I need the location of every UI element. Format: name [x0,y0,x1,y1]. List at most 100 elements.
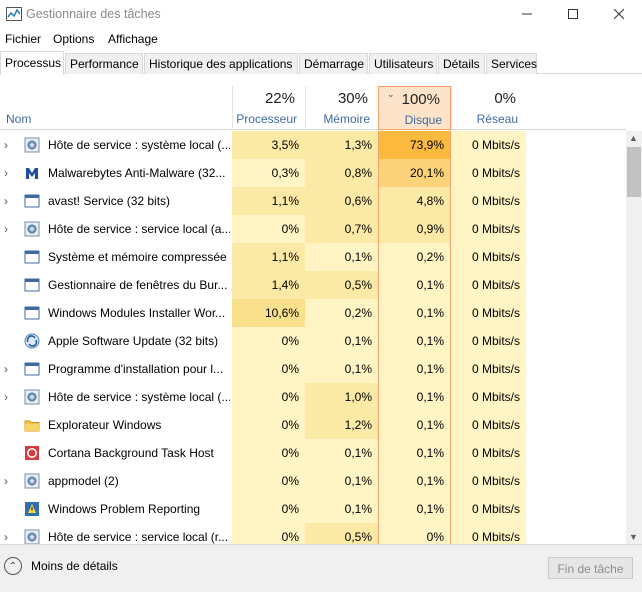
apple-update-icon [24,333,40,349]
process-name: Hôte de service : système local (... [48,390,230,404]
tab-historique[interactable]: Historique des applications [144,53,298,74]
process-row[interactable]: › avast! Service (32 bits) 1,1% 0,6% 4,8% 0 M… [0,187,626,215]
process-name: Windows Problem Reporting [48,502,201,516]
end-task-button[interactable]: Fin de tâche [548,557,633,579]
gear-icon [24,389,40,405]
close-icon [614,9,624,19]
expand-chevron-icon[interactable]: › [4,530,14,544]
cpu-total: 22% [264,90,295,107]
process-memory: 0,6% [305,187,378,215]
window-title: Gestionnaire des tâches [26,7,161,21]
process-row[interactable]: › Programme d'installation pour l... 0% 0,1… [0,355,626,383]
process-row[interactable]: Windows Problem Reporting 0% 0,1% 0,1% 0 Mbi… [0,495,626,523]
process-memory: 0,5% [305,271,378,299]
process-network: 0 Mbits/s [451,411,526,439]
menu-fichier[interactable]: Fichier [5,32,41,46]
tab-demarrage[interactable]: Démarrage [299,53,368,74]
process-name: Cortana Background Task Host [48,446,214,460]
process-row[interactable]: Apple Software Update (32 bits) 0% 0,1% 0,1… [0,327,626,355]
cortana-icon [24,445,40,461]
scroll-down-icon[interactable]: ▼ [629,532,638,542]
expand-chevron-icon[interactable]: › [4,222,14,236]
process-cpu: 0% [232,383,305,411]
process-row[interactable]: › Hôte de service : système local (... 3,5… [0,131,626,159]
process-cpu: 0% [232,467,305,495]
column-disk-header[interactable]: ⌄ 100% Disque [378,86,451,130]
process-row[interactable]: Windows Modules Installer Wor... 10,6% 0,2… [0,299,626,327]
process-memory: 0,1% [305,467,378,495]
column-name-header[interactable]: Nom [6,112,31,126]
process-row[interactable]: › Hôte de service : service local (a... 0%… [0,215,626,243]
app-window-icon [24,305,40,321]
process-cpu: 0% [232,439,305,467]
chevron-up-icon: ⌃ [4,557,22,575]
process-disk: 0,1% [378,355,451,383]
expand-chevron-icon[interactable]: › [4,362,14,376]
title-bar: Gestionnaire des tâches [0,0,642,28]
vertical-scrollbar[interactable]: ▲ ▼ [626,131,642,544]
tab-services[interactable]: Services [486,53,537,74]
maximize-button[interactable] [550,0,596,28]
minimize-button[interactable] [504,0,550,28]
process-network: 0 Mbits/s [451,467,526,495]
process-row[interactable]: Système et mémoire compressée 1,1% 0,1% 0,2… [0,243,626,271]
expand-chevron-icon[interactable]: › [4,166,14,180]
process-name: Hôte de service : service local (r... [48,530,229,544]
tab-details[interactable]: Détails [438,53,485,74]
maximize-icon [568,9,578,19]
process-cpu: 0% [232,327,305,355]
process-memory: 0,8% [305,159,378,187]
expand-chevron-icon[interactable]: › [4,474,14,488]
process-row[interactable]: Cortana Background Task Host 0% 0,1% 0,1% 0 … [0,439,626,467]
process-memory: 0,1% [305,327,378,355]
process-disk: 0,9% [378,215,451,243]
menu-bar: Fichier Options Affichage [0,30,642,48]
less-details-button[interactable]: ⌃ Moins de détails [4,557,118,575]
memory-label: Mémoire [323,112,370,126]
process-memory: 1,2% [305,411,378,439]
expand-chevron-icon[interactable]: › [4,138,14,152]
problem-reporting-icon [24,501,40,517]
menu-affichage[interactable]: Affichage [108,32,158,46]
process-cpu: 1,1% [232,187,305,215]
process-row[interactable]: › appmodel (2) 0% 0,1% 0,1% 0 Mbits/s [0,467,626,495]
process-network: 0 Mbits/s [451,243,526,271]
process-cpu: 0% [232,215,305,243]
process-memory: 0,7% [305,215,378,243]
process-name: Hôte de service : service local (a... [48,222,230,236]
process-memory: 0,1% [305,355,378,383]
process-row[interactable]: › Hôte de service : service local (r... 0%… [0,523,626,544]
app-window-icon [24,361,40,377]
process-disk: 0,1% [378,467,451,495]
process-cpu: 0% [232,523,305,544]
expand-chevron-icon[interactable]: › [4,194,14,208]
app-window-icon [24,193,40,209]
gear-icon [24,529,40,544]
process-row[interactable]: › Hôte de service : système local (... 0% 1… [0,383,626,411]
process-memory: 1,3% [305,131,378,159]
network-total: 0% [494,90,516,107]
column-cpu-header[interactable]: 22% Processeur [232,86,305,130]
column-network-header[interactable]: 0% Réseau [451,86,526,130]
process-row[interactable]: Gestionnaire de fenêtres du Bur... 1,4% 0,… [0,271,626,299]
menu-options[interactable]: Options [53,32,94,46]
gear-icon [24,221,40,237]
close-button[interactable] [596,0,642,28]
tab-utilisateurs[interactable]: Utilisateurs [369,53,437,74]
expand-chevron-icon[interactable]: › [4,390,14,404]
tab-performance[interactable]: Performance [65,53,143,74]
process-disk: 0,1% [378,495,451,523]
process-row[interactable]: › Malwarebytes Anti-Malware (32... 0,3% 0,8… [0,159,626,187]
process-row[interactable]: Explorateur Windows 0% 1,2% 0,1% 0 Mbits/s [0,411,626,439]
process-disk: 73,9% [378,131,451,159]
process-name: Explorateur Windows [48,418,162,432]
process-cpu: 0% [232,411,305,439]
process-network: 0 Mbits/s [451,327,526,355]
column-memory-header[interactable]: 30% Mémoire [305,86,378,130]
scroll-thumb[interactable] [627,147,641,197]
task-manager-icon [6,7,22,21]
tab-processus[interactable]: Processus [0,51,64,75]
tab-bar: Processus Performance Historique des app… [0,51,642,75]
minimize-icon [522,13,532,15]
scroll-up-icon[interactable]: ▲ [629,133,638,143]
